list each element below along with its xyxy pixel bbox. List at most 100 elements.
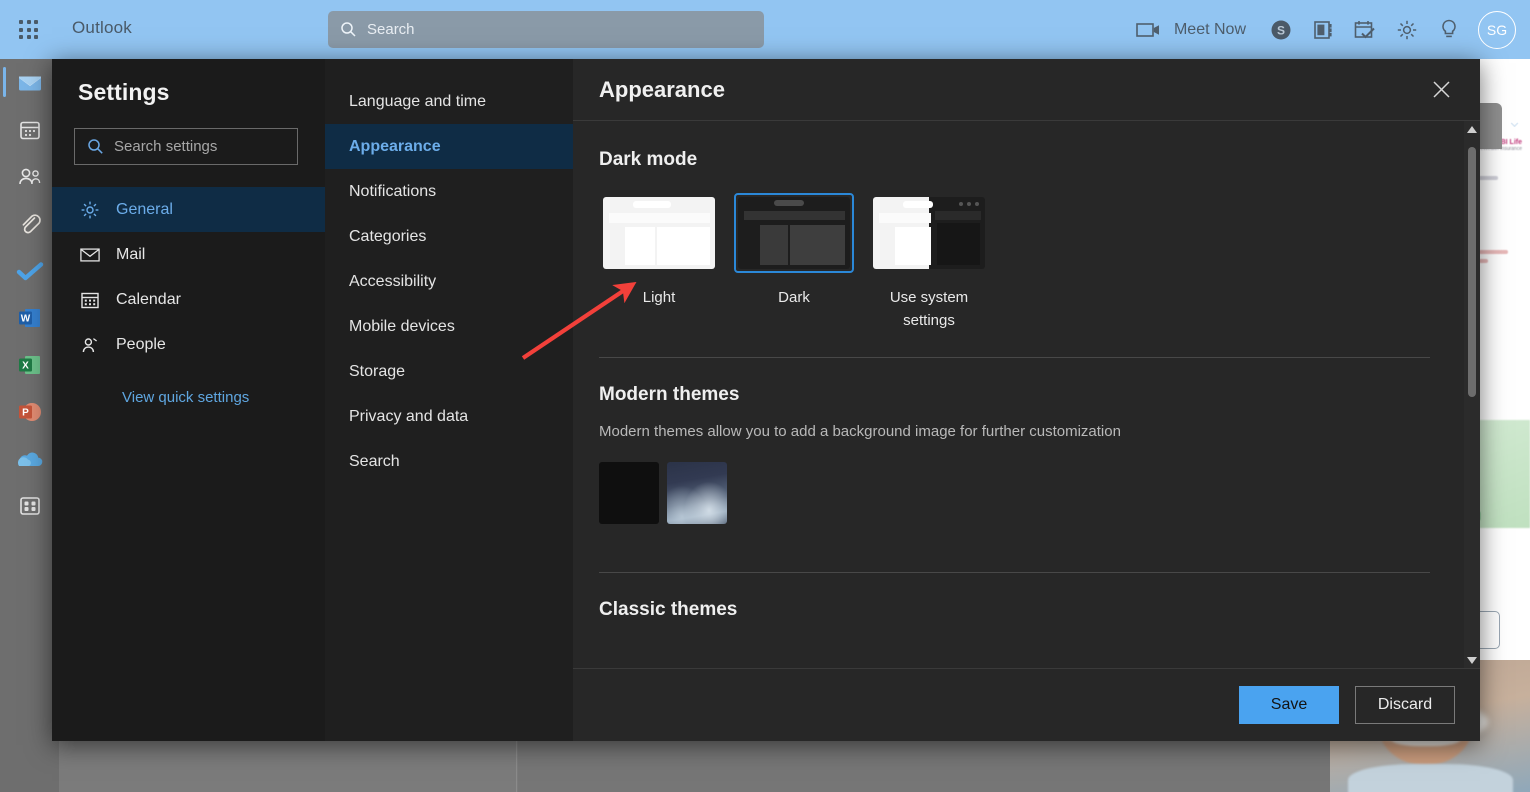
todo-check-icon <box>16 261 43 280</box>
dark-theme-thumbnail[interactable] <box>734 193 854 273</box>
close-icon[interactable] <box>1424 73 1458 107</box>
theme-swatch-solid-black[interactable] <box>599 462 659 524</box>
subnav-item-categories[interactable]: Categories <box>325 214 573 259</box>
brand-title: Outlook <box>72 18 132 37</box>
meet-now-label[interactable]: Meet Now <box>1174 21 1246 39</box>
light-preview-icon <box>603 197 715 269</box>
all-apps-icon <box>19 496 40 515</box>
classic-themes-heading: Classic themes <box>599 599 738 620</box>
subnav-item-appearance[interactable]: Appearance <box>325 124 573 169</box>
avatar[interactable]: SG <box>1478 10 1516 49</box>
app-launcher-icon[interactable] <box>17 18 41 42</box>
rail-item-files[interactable] <box>0 200 59 247</box>
modern-theme-swatches <box>599 462 1464 524</box>
rail-item-mail[interactable] <box>0 59 59 106</box>
page-title: Appearance <box>599 76 725 102</box>
todo-icon[interactable] <box>1344 8 1386 52</box>
global-search-box[interactable]: Search <box>328 11 764 48</box>
attachment-icon <box>22 213 41 233</box>
rail-item-calendar[interactable] <box>0 106 59 153</box>
rail-item-people[interactable] <box>0 153 59 200</box>
dark-mode-option-dark[interactable]: Dark <box>734 193 854 332</box>
skype-icon[interactable]: S <box>1260 8 1302 52</box>
content-scrollbar[interactable] <box>1464 121 1480 668</box>
settings-nav-mail-label: Mail <box>116 245 146 263</box>
global-search-placeholder: Search <box>367 21 415 38</box>
chevron-down-icon[interactable]: ⌄ <box>1507 111 1522 132</box>
settings-nav: Settings Search settings General Mail Ca… <box>52 59 325 741</box>
system-preview-icon <box>873 197 985 269</box>
people-icon <box>18 168 40 184</box>
scrollbar-thumb[interactable] <box>1468 147 1476 397</box>
person-icon <box>80 335 100 355</box>
top-bar-actions: Meet Now S SG <box>1128 0 1516 59</box>
lightbulb-tips-icon[interactable] <box>1428 8 1470 52</box>
settings-nav-mail[interactable]: Mail <box>52 232 325 277</box>
modern-themes-heading: Modern themes <box>599 384 740 405</box>
rail-item-all-apps[interactable] <box>0 482 59 529</box>
save-button[interactable]: Save <box>1239 686 1339 724</box>
scrollbar-track[interactable] <box>1464 137 1480 652</box>
excel-icon: X <box>18 355 40 374</box>
rail-item-todo[interactable] <box>0 247 59 294</box>
settings-nav-people[interactable]: People <box>52 322 325 367</box>
dark-mode-option-light-label: Light <box>642 289 676 306</box>
dark-mode-option-dark-label: Dark <box>778 289 810 306</box>
search-icon <box>341 22 356 37</box>
calendar-icon <box>19 121 40 139</box>
chevron-down-icon[interactable] <box>1464 652 1480 668</box>
powerpoint-icon: P <box>18 402 41 421</box>
settings-nav-general[interactable]: General <box>52 187 325 232</box>
subnav-item-mobile-devices[interactable]: Mobile devices <box>325 304 573 349</box>
rail-item-excel[interactable]: X <box>0 341 59 388</box>
settings-subnav: Language and time Appearance Notificatio… <box>325 59 573 741</box>
settings-nav-calendar[interactable]: Calendar <box>52 277 325 322</box>
mail-icon <box>18 76 41 90</box>
settings-dialog: Settings Search settings General Mail Ca… <box>52 59 1480 741</box>
subnav-item-notifications[interactable]: Notifications <box>325 169 573 214</box>
gear-icon <box>80 200 100 220</box>
rail-item-onedrive[interactable] <box>0 435 59 482</box>
subnav-item-accessibility[interactable]: Accessibility <box>325 259 573 304</box>
chevron-up-icon[interactable] <box>1464 121 1480 137</box>
dark-mode-heading: Dark mode <box>599 149 698 170</box>
search-icon <box>88 139 103 154</box>
subnav-item-language-and-time[interactable]: Language and time <box>325 79 573 124</box>
envelope-icon <box>80 245 100 265</box>
light-theme-thumbnail[interactable] <box>599 193 719 273</box>
subnav-item-search[interactable]: Search <box>325 439 573 484</box>
dark-mode-option-light[interactable]: Light <box>599 193 719 332</box>
svg-text:S: S <box>1277 23 1285 37</box>
settings-gear-icon[interactable] <box>1386 8 1428 52</box>
dark-mode-options: Light Dark Use system settings <box>599 193 1464 332</box>
panel-footer: Save Discard <box>573 668 1480 741</box>
settings-nav-calendar-label: Calendar <box>116 290 181 308</box>
onedrive-icon <box>17 451 42 466</box>
divider-2 <box>599 572 1430 573</box>
settings-nav-people-label: People <box>116 335 166 353</box>
subnav-item-storage[interactable]: Storage <box>325 349 573 394</box>
word-icon: W <box>18 308 40 327</box>
settings-nav-general-label: General <box>116 200 173 218</box>
svg-text:P: P <box>22 407 29 418</box>
discard-button[interactable]: Discard <box>1355 686 1455 724</box>
subnav-item-privacy-and-data[interactable]: Privacy and data <box>325 394 573 439</box>
settings-search-input[interactable]: Search settings <box>74 128 298 165</box>
settings-nav-list: General Mail Calendar People <box>52 187 325 367</box>
settings-search-placeholder: Search settings <box>114 138 218 155</box>
rail-item-powerpoint[interactable]: P <box>0 388 59 435</box>
panel-body: Dark mode Light Dark Use system settings… <box>573 121 1464 668</box>
rail-item-word[interactable]: W <box>0 294 59 341</box>
settings-title: Settings <box>78 79 170 105</box>
panel-header: Appearance <box>573 59 1480 121</box>
theme-swatch-night-landscape[interactable] <box>667 462 727 524</box>
onenote-icon[interactable] <box>1302 8 1344 52</box>
dark-mode-option-system[interactable]: Use system settings <box>869 193 989 332</box>
divider-1 <box>599 357 1430 358</box>
system-theme-thumbnail[interactable] <box>869 193 989 273</box>
dark-preview-icon <box>738 197 850 269</box>
app-top-bar: Outlook Search Meet Now S SG <box>0 0 1530 59</box>
modern-themes-description: Modern themes allow you to add a backgro… <box>599 423 1121 440</box>
view-quick-settings-link[interactable]: View quick settings <box>52 367 325 406</box>
video-camera-icon[interactable] <box>1128 8 1170 52</box>
